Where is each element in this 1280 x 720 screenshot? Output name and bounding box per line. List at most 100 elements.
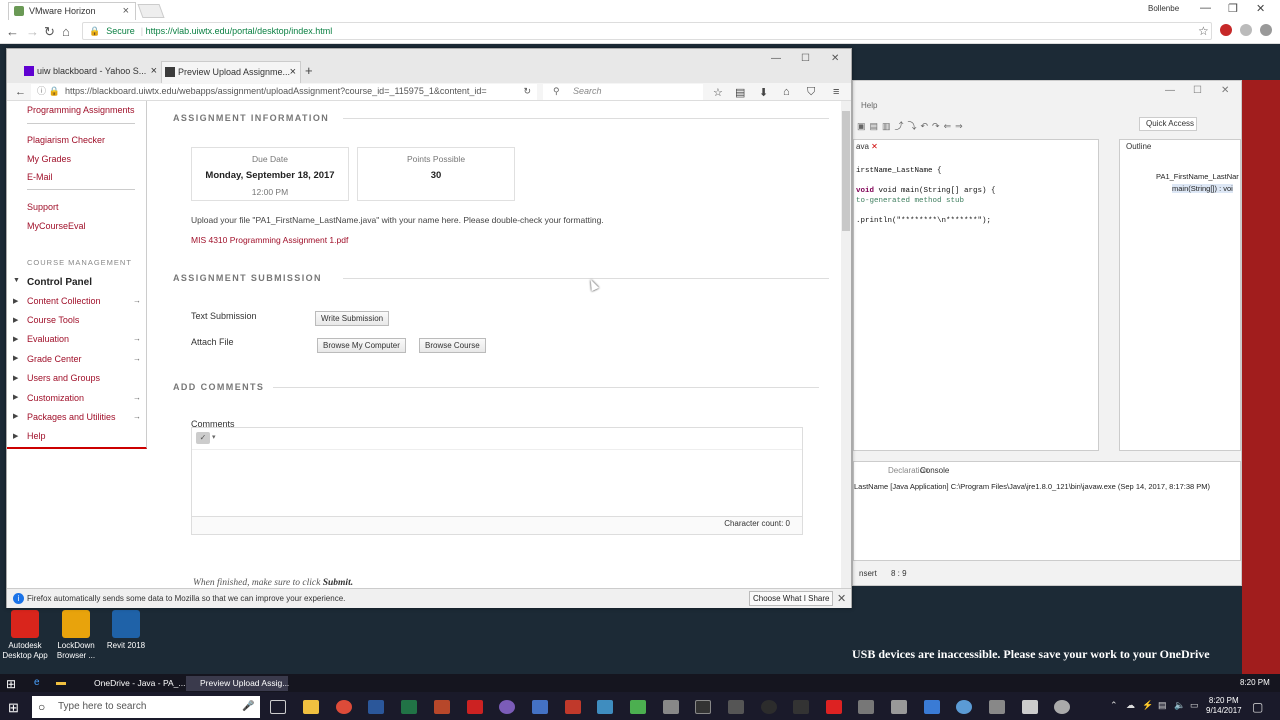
download-icon[interactable]: ⬇ [759, 86, 768, 99]
cp-item-customization[interactable]: Customization [27, 393, 84, 403]
control-panel-heading[interactable]: Control Panel [27, 277, 92, 288]
bookmark-star-icon[interactable]: ☆ [713, 86, 723, 99]
console-tab[interactable]: Console [920, 466, 949, 475]
toolbar-icons[interactable]: ▣▤▥⤴⤵↶↷⇐⇒ [857, 119, 967, 132]
outline-item-class[interactable]: PA1_FirstName_LastNar [1156, 172, 1239, 181]
sidebar-item-plagiarism-checker[interactable]: Plagiarism Checker [27, 135, 105, 145]
eclipse-menu-help[interactable]: Help [861, 101, 877, 110]
close-icon[interactable]: × [123, 3, 129, 19]
outline-tab[interactable]: Outline [1126, 142, 1151, 151]
desktop-icon-lockdown[interactable]: LockDown Browser ... [51, 610, 101, 661]
app-icon[interactable] [989, 700, 1005, 714]
expand-triangle-icon[interactable]: ▶ [13, 297, 18, 305]
app-icon[interactable] [826, 700, 842, 714]
cp-item-packages-and-utilities[interactable]: Packages and Utilities [27, 412, 116, 422]
notifications-icon[interactable]: ▢ [1252, 700, 1263, 714]
pocket-icon[interactable]: ⛉ [807, 86, 815, 99]
remote-folder-icon[interactable]: ▬ [56, 677, 66, 688]
app-icon[interactable] [858, 700, 874, 714]
user-badge[interactable]: Bollenbe [1148, 4, 1179, 13]
eclipse-restore-icon[interactable]: ☐ [1193, 85, 1202, 96]
sidebar-item-support[interactable]: Support [27, 202, 59, 212]
expand-triangle-icon[interactable]: ▶ [13, 412, 18, 420]
app-icon[interactable] [532, 700, 548, 714]
expand-triangle-icon[interactable]: ▶ [13, 335, 18, 343]
app-icon[interactable] [1022, 700, 1038, 714]
remote-task-onedrive[interactable]: OneDrive - Java - PA_... [80, 676, 185, 691]
cmd-icon[interactable] [695, 700, 711, 714]
sidebar-item-mycourseeval[interactable]: MyCourseEval [27, 221, 86, 231]
close-notification-icon[interactable]: ✕ [837, 592, 846, 605]
browse-my-computer-button[interactable]: Browse My Computer [317, 338, 406, 353]
network-icon[interactable] [597, 700, 613, 714]
outline-item-method[interactable]: main(String[]) : voi [1172, 184, 1233, 193]
reload-icon[interactable]: ↻ [523, 84, 531, 99]
library-icon[interactable]: ▤ [735, 86, 745, 99]
expand-triangle-icon[interactable]: ▶ [13, 354, 18, 362]
desktop-icon-autodesk[interactable]: Autodesk Desktop App [0, 610, 50, 661]
ff-restore-icon[interactable]: ☐ [801, 53, 810, 64]
expand-triangle-icon[interactable]: ▶ [13, 374, 18, 382]
remote-task-preview[interactable]: Preview Upload Assig... [186, 676, 289, 691]
eclipse-close-icon[interactable]: ✕ [1221, 85, 1229, 96]
quick-access-input[interactable]: Quick Access [1139, 117, 1197, 131]
home-icon[interactable]: ⌂ [62, 24, 70, 39]
taskbar-search-input[interactable]: ○ Type here to search 🎤 [32, 696, 260, 718]
restore-icon[interactable]: ❐ [1228, 2, 1238, 15]
search-input[interactable]: ⚲ Search [543, 84, 703, 100]
cp-item-grade-center[interactable]: Grade Center [27, 354, 82, 364]
remote-start-icon[interactable]: ⊞ [6, 677, 16, 691]
close-icon[interactable]: × [151, 61, 157, 81]
comments-editor[interactable]: ✓ ▾ Character count: 0 [191, 427, 803, 535]
ff-close-icon[interactable]: ✕ [831, 53, 839, 64]
sidebar-item-email[interactable]: E-Mail [27, 172, 53, 182]
word-icon[interactable] [368, 700, 384, 714]
outer-address-bar[interactable]: 🔒 Secure | https://vlab.uiwtx.edu/portal/d… [82, 22, 1212, 40]
cp-item-course-tools[interactable]: Course Tools [27, 315, 79, 325]
collapse-triangle-icon[interactable]: ▼ [13, 277, 20, 284]
editor-tab[interactable]: ava ✕ [854, 140, 884, 154]
chrome-icon[interactable] [336, 700, 352, 714]
network-tray-icon[interactable]: ▤ [1158, 700, 1167, 711]
forward-icon[interactable]: → [26, 24, 39, 39]
app-icon[interactable] [761, 700, 777, 714]
minimize-icon[interactable]: — [1200, 2, 1211, 14]
remote-edge-icon[interactable]: e [34, 677, 40, 688]
back-icon[interactable]: ← [15, 86, 26, 98]
home-icon[interactable]: ⌂ [783, 86, 790, 98]
cp-item-content-collection[interactable]: Content Collection [27, 296, 101, 306]
eclipse-minimize-icon[interactable]: — [1165, 85, 1175, 96]
adblock-icon[interactable] [1220, 24, 1232, 36]
app-icon[interactable] [956, 700, 972, 714]
cp-item-users-and-groups[interactable]: Users and Groups [27, 373, 100, 383]
notepad-plus-icon[interactable] [630, 700, 646, 714]
tab-preview-upload[interactable]: Preview Upload Assignme... × [161, 61, 301, 83]
url-bar[interactable]: ⓘ 🔒 https://blackboard.uiwtx.edu/webapps… [31, 84, 537, 100]
back-icon[interactable]: ← [6, 24, 19, 39]
browse-course-button[interactable]: Browse Course [419, 338, 486, 353]
dropdown-icon[interactable]: ▾ [212, 433, 216, 441]
desktop-icon-revit[interactable]: Revit 2018 [101, 610, 151, 651]
sidebar-item-programming-assignments[interactable]: Programming Assignments [27, 105, 135, 115]
tray-icon[interactable]: ⚡ [1142, 700, 1153, 711]
tab-yahoo[interactable]: uiw blackboard - Yahoo S... × [21, 61, 161, 83]
file-explorer-icon[interactable] [303, 700, 319, 714]
app-icon[interactable] [1054, 700, 1070, 714]
app-icon[interactable] [891, 700, 907, 714]
new-tab-button[interactable] [137, 4, 165, 18]
spellcheck-icon[interactable]: ✓ [196, 432, 210, 444]
write-submission-button[interactable]: Write Submission [315, 311, 390, 326]
app-icon[interactable] [793, 700, 809, 714]
acrobat-icon[interactable] [467, 700, 483, 714]
outer-tab[interactable]: VMware Horizon × [8, 2, 136, 20]
menu-icon[interactable] [1260, 24, 1272, 36]
app-icon[interactable] [728, 700, 744, 714]
volume-icon[interactable]: 🔈 [1174, 700, 1185, 711]
system-clock[interactable]: 8:20 PM 9/14/2017 [1206, 696, 1242, 716]
scroll-thumb[interactable] [842, 111, 850, 231]
close-icon[interactable]: × [290, 62, 296, 82]
reload-icon[interactable]: ↻ [44, 24, 55, 40]
tray-icon[interactable]: ☁ [1126, 700, 1135, 711]
extension-icon[interactable] [1240, 24, 1252, 36]
new-tab-icon[interactable]: + [305, 63, 313, 78]
